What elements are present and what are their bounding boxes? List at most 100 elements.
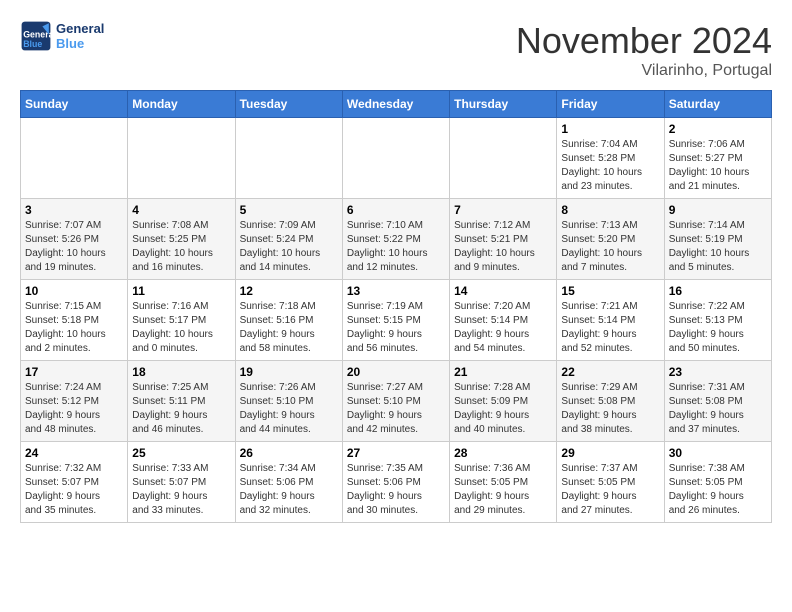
calendar-week-5: 24 Sunrise: 7:32 AM Sunset: 5:07 PM Dayli…	[21, 442, 772, 523]
svg-text:Blue: Blue	[23, 39, 42, 49]
weekday-header-monday: Monday	[128, 91, 235, 118]
day-number: 9	[669, 203, 767, 217]
calendar-cell: 20Sunrise: 7:27 AM Sunset: 5:10 PM Dayli…	[342, 361, 449, 442]
day-info: Sunrise: 7:32 AM Sunset: 5:07 PM Dayligh…	[25, 462, 123, 518]
day-number: 17	[25, 365, 123, 379]
day-info: Sunrise: 7:19 AM Sunset: 5:15 PM Dayligh…	[347, 300, 445, 356]
calendar-cell: 15Sunrise: 7:21 AM Sunset: 5:14 PM Dayli…	[557, 280, 664, 361]
day-number: 24	[25, 446, 123, 460]
calendar-cell: 17 Sunrise: 7:24 AM Sunset: 5:12 PM Dayli…	[21, 361, 128, 442]
calendar-cell: 18 Sunrise: 7:25 AM Sunset: 5:11 PM Dayli…	[128, 361, 235, 442]
calendar-cell: 3 Sunrise: 7:07 AM Sunset: 5:26 PM Daylig…	[21, 199, 128, 280]
day-number: 27	[347, 446, 445, 460]
weekday-header-thursday: Thursday	[450, 91, 557, 118]
calendar-cell: 12Sunrise: 7:18 AM Sunset: 5:16 PM Dayli…	[235, 280, 342, 361]
calendar-cell: 5 Sunrise: 7:09 AM Sunset: 5:24 PM Daylig…	[235, 199, 342, 280]
day-number: 4	[132, 203, 230, 217]
calendar-cell: 16 Sunrise: 7:22 AM Sunset: 5:13 PM Dayli…	[664, 280, 771, 361]
day-number: 18	[132, 365, 230, 379]
day-info: Sunrise: 7:15 AM Sunset: 5:18 PM Dayligh…	[25, 300, 123, 356]
title-area: November 2024 Vilarinho, Portugal	[516, 20, 772, 80]
day-number: 28	[454, 446, 552, 460]
day-number: 8	[561, 203, 659, 217]
calendar-cell	[128, 118, 235, 199]
day-number: 6	[347, 203, 445, 217]
day-number: 16	[669, 284, 767, 298]
location: Vilarinho, Portugal	[516, 62, 772, 80]
day-number: 10	[25, 284, 123, 298]
day-info: Sunrise: 7:29 AM Sunset: 5:08 PM Dayligh…	[561, 381, 659, 437]
calendar-cell: 4 Sunrise: 7:08 AM Sunset: 5:25 PM Daylig…	[128, 199, 235, 280]
day-info: Sunrise: 7:38 AM Sunset: 5:05 PM Dayligh…	[669, 462, 767, 518]
day-info: Sunrise: 7:21 AM Sunset: 5:14 PM Dayligh…	[561, 300, 659, 356]
day-number: 30	[669, 446, 767, 460]
day-number: 23	[669, 365, 767, 379]
calendar-cell: 9 Sunrise: 7:14 AM Sunset: 5:19 PM Daylig…	[664, 199, 771, 280]
day-info: Sunrise: 7:22 AM Sunset: 5:13 PM Dayligh…	[669, 300, 767, 356]
calendar-cell: 11 Sunrise: 7:16 AM Sunset: 5:17 PM Dayli…	[128, 280, 235, 361]
day-info: Sunrise: 7:36 AM Sunset: 5:05 PM Dayligh…	[454, 462, 552, 518]
calendar-cell	[342, 118, 449, 199]
calendar-cell: 28 Sunrise: 7:36 AM Sunset: 5:05 PM Dayli…	[450, 442, 557, 523]
day-info: Sunrise: 7:16 AM Sunset: 5:17 PM Dayligh…	[132, 300, 230, 356]
day-info: Sunrise: 7:09 AM Sunset: 5:24 PM Dayligh…	[240, 219, 338, 275]
day-number: 1	[561, 122, 659, 136]
day-info: Sunrise: 7:04 AM Sunset: 5:28 PM Dayligh…	[561, 138, 659, 194]
calendar-cell: 1 Sunrise: 7:04 AM Sunset: 5:28 PM Daylig…	[557, 118, 664, 199]
day-info: Sunrise: 7:14 AM Sunset: 5:19 PM Dayligh…	[669, 219, 767, 275]
calendar-cell: 14Sunrise: 7:20 AM Sunset: 5:14 PM Dayli…	[450, 280, 557, 361]
calendar-week-2: 3 Sunrise: 7:07 AM Sunset: 5:26 PM Daylig…	[21, 199, 772, 280]
day-info: Sunrise: 7:13 AM Sunset: 5:20 PM Dayligh…	[561, 219, 659, 275]
day-info: Sunrise: 7:26 AM Sunset: 5:10 PM Dayligh…	[240, 381, 338, 437]
logo-blue: Blue	[56, 36, 104, 51]
calendar-cell: 7 Sunrise: 7:12 AM Sunset: 5:21 PM Daylig…	[450, 199, 557, 280]
weekday-header-friday: Friday	[557, 91, 664, 118]
day-number: 5	[240, 203, 338, 217]
weekday-header-sunday: Sunday	[21, 91, 128, 118]
weekday-header-wednesday: Wednesday	[342, 91, 449, 118]
day-info: Sunrise: 7:08 AM Sunset: 5:25 PM Dayligh…	[132, 219, 230, 275]
day-info: Sunrise: 7:24 AM Sunset: 5:12 PM Dayligh…	[25, 381, 123, 437]
calendar-cell: 10 Sunrise: 7:15 AM Sunset: 5:18 PM Dayli…	[21, 280, 128, 361]
day-info: Sunrise: 7:25 AM Sunset: 5:11 PM Dayligh…	[132, 381, 230, 437]
calendar-cell: 19 Sunrise: 7:26 AM Sunset: 5:10 PM Dayli…	[235, 361, 342, 442]
day-number: 14	[454, 284, 552, 298]
day-number: 22	[561, 365, 659, 379]
day-number: 2	[669, 122, 767, 136]
calendar-cell: 29Sunrise: 7:37 AM Sunset: 5:05 PM Dayli…	[557, 442, 664, 523]
day-number: 25	[132, 446, 230, 460]
day-info: Sunrise: 7:34 AM Sunset: 5:06 PM Dayligh…	[240, 462, 338, 518]
day-info: Sunrise: 7:31 AM Sunset: 5:08 PM Dayligh…	[669, 381, 767, 437]
calendar-cell: 27Sunrise: 7:35 AM Sunset: 5:06 PM Dayli…	[342, 442, 449, 523]
weekday-header-row: SundayMondayTuesdayWednesdayThursdayFrid…	[21, 91, 772, 118]
calendar-cell: 24 Sunrise: 7:32 AM Sunset: 5:07 PM Dayli…	[21, 442, 128, 523]
calendar-cell: 21Sunrise: 7:28 AM Sunset: 5:09 PM Dayli…	[450, 361, 557, 442]
calendar-cell: 22 Sunrise: 7:29 AM Sunset: 5:08 PM Dayli…	[557, 361, 664, 442]
weekday-header-saturday: Saturday	[664, 91, 771, 118]
calendar-week-4: 17 Sunrise: 7:24 AM Sunset: 5:12 PM Dayli…	[21, 361, 772, 442]
calendar-cell: 25 Sunrise: 7:33 AM Sunset: 5:07 PM Dayli…	[128, 442, 235, 523]
day-number: 26	[240, 446, 338, 460]
day-info: Sunrise: 7:12 AM Sunset: 5:21 PM Dayligh…	[454, 219, 552, 275]
day-number: 12	[240, 284, 338, 298]
logo-icon: General Blue	[20, 20, 52, 52]
logo-general: General	[56, 21, 104, 36]
calendar-cell	[21, 118, 128, 199]
day-number: 20	[347, 365, 445, 379]
calendar-cell: 8 Sunrise: 7:13 AM Sunset: 5:20 PM Daylig…	[557, 199, 664, 280]
day-info: Sunrise: 7:33 AM Sunset: 5:07 PM Dayligh…	[132, 462, 230, 518]
day-number: 19	[240, 365, 338, 379]
day-info: Sunrise: 7:06 AM Sunset: 5:27 PM Dayligh…	[669, 138, 767, 194]
day-number: 13	[347, 284, 445, 298]
calendar: SundayMondayTuesdayWednesdayThursdayFrid…	[20, 90, 772, 523]
calendar-cell: 23 Sunrise: 7:31 AM Sunset: 5:08 PM Dayli…	[664, 361, 771, 442]
day-number: 11	[132, 284, 230, 298]
calendar-cell: 2 Sunrise: 7:06 AM Sunset: 5:27 PM Daylig…	[664, 118, 771, 199]
day-info: Sunrise: 7:07 AM Sunset: 5:26 PM Dayligh…	[25, 219, 123, 275]
day-number: 7	[454, 203, 552, 217]
calendar-week-1: 1 Sunrise: 7:04 AM Sunset: 5:28 PM Daylig…	[21, 118, 772, 199]
day-number: 21	[454, 365, 552, 379]
calendar-cell: 30 Sunrise: 7:38 AM Sunset: 5:05 PM Dayli…	[664, 442, 771, 523]
header: General Blue General Blue November 2024 …	[20, 20, 772, 80]
day-number: 3	[25, 203, 123, 217]
